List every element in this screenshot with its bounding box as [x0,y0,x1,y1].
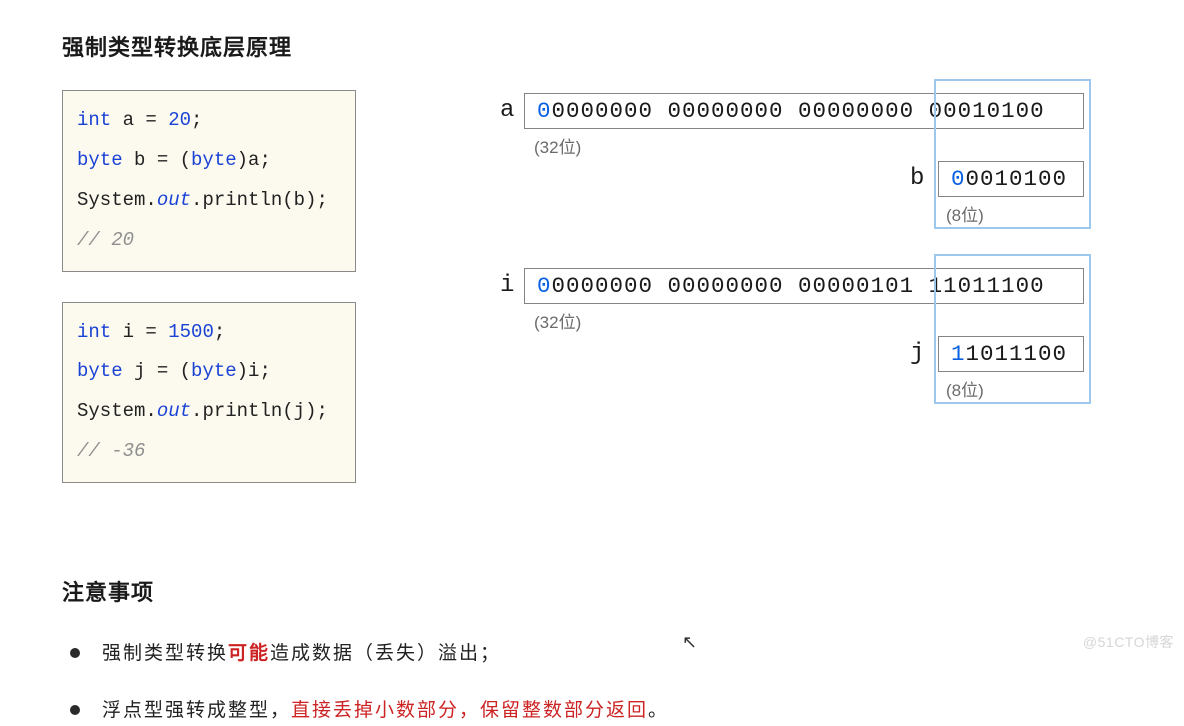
code-line: byte j = (byte)i; [77,352,341,392]
code-text: ; [214,321,225,343]
code-text: System. [77,400,157,422]
var-label-a: a [500,97,514,124]
size-tag-32: (32位) [534,133,581,158]
code-text: .println(j); [191,400,328,422]
code-line: System.out.println(j); // -36 [77,392,341,472]
code-text: )a; [237,149,271,171]
keyword-type: byte [77,360,123,382]
note-highlight: 可能 [228,643,270,664]
code-block-2: int i = 1500; byte j = (byte)i; System.o… [62,302,356,484]
keyword-type: int [77,321,111,343]
code-line: System.out.println(b); // 20 [77,181,341,261]
var-label-b: b [910,165,924,192]
note-text: 造成数据（丢失）溢出； [270,643,501,664]
binary-lead: 0 [537,98,552,124]
number-literal: 20 [168,109,191,131]
keyword-type: byte [191,360,237,382]
number-literal: 1500 [168,321,214,343]
var-label-i: i [500,272,514,299]
note-highlight: 直接丢掉小数部分，保留整数部分返回 [291,700,648,721]
watermark: @51CTO博客 [1083,632,1174,652]
code-text: )i; [237,360,271,382]
keyword-type: int [77,109,111,131]
heading-principle: 强制类型转换底层原理 [62,30,1184,62]
keyword-type: byte [77,149,123,171]
code-line: byte b = (byte)a; [77,141,341,181]
keyword-out: out [157,400,191,422]
comment: // -36 [77,440,145,462]
code-line: int a = 20; [77,101,341,141]
heading-notes: 注意事项 [62,575,1184,607]
code-text: a = [111,109,168,131]
code-text: ; [191,109,202,131]
code-text: j = ( [123,360,191,382]
code-text: .println(b); [191,189,328,211]
note-text: 。 [648,700,669,721]
notes-list: 强制类型转换可能造成数据（丢失）溢出； 浮点型强转成整型，直接丢掉小数部分，保留… [62,639,1184,726]
code-line: int i = 1500; [77,313,341,353]
code-text: b = ( [123,149,191,171]
code-text: i = [111,321,168,343]
highlight-overlay-1 [934,79,1091,229]
comment: // 20 [77,229,134,251]
note-text: 浮点型强转成整型， [102,700,291,721]
cursor-icon: ↖ [682,632,697,653]
code-text: System. [77,189,157,211]
highlight-overlay-2 [934,254,1091,404]
note-item-1: 强制类型转换可能造成数据（丢失）溢出； [70,639,1184,669]
var-label-j: j [910,340,924,367]
size-tag-32: (32位) [534,308,581,333]
code-block-1: int a = 20; byte b = (byte)a; System.out… [62,90,356,272]
note-text: 强制类型转换 [102,643,228,664]
notes-section: 注意事项 强制类型转换可能造成数据（丢失）溢出； 浮点型强转成整型，直接丢掉小数… [62,575,1184,726]
binary-lead: 0 [537,273,552,299]
note-item-2: 浮点型强转成整型，直接丢掉小数部分，保留整数部分返回。 [70,696,1184,726]
keyword-out: out [157,189,191,211]
keyword-type: byte [191,149,237,171]
